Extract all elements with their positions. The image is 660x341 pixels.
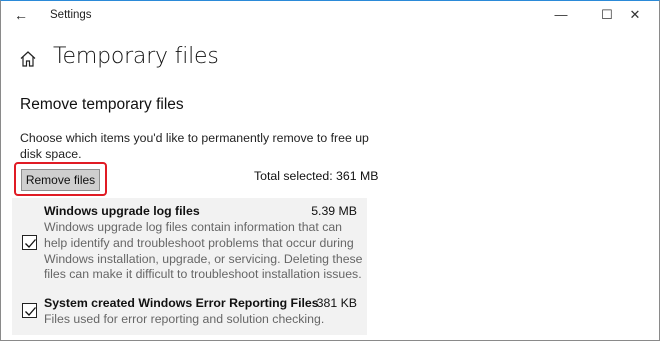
home-icon[interactable] [18,49,38,69]
section-heading: Remove temporary files [20,96,184,113]
total-selected-label: Total selected: 361 MB [254,169,379,183]
minimize-button[interactable]: — [539,3,583,27]
checkbox[interactable] [22,235,37,250]
item-size: 381 KB [316,296,357,310]
close-button[interactable]: ✕ [613,3,657,27]
window-title: Settings [50,9,92,21]
checkmark-icon [25,239,36,248]
item-name: Windows upgrade log files [44,204,200,218]
settings-window: ← Settings — ☐ ✕ Temporary files Remove … [0,0,660,341]
section-description: Choose which items you'd like to permane… [20,131,369,161]
checkmark-icon [25,307,36,316]
title-bar: ← Settings — ☐ ✕ [1,1,659,31]
back-arrow-icon[interactable]: ← [11,5,31,25]
page-title: Temporary files [53,44,219,69]
item-size: 5.39 MB [311,204,357,218]
item-name: System created Windows Error Reporting F… [44,296,319,310]
checkbox[interactable] [22,303,37,318]
item-description: Files used for error reporting and solut… [44,312,325,326]
item-description: Windows upgrade log files contain inform… [44,220,363,282]
remove-files-button[interactable]: Remove files [21,169,100,191]
